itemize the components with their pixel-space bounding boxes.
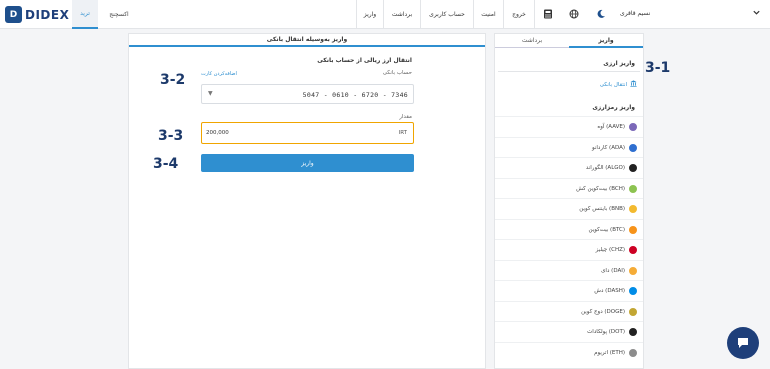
coin-item[interactable]: چیلیز (CHZ) <box>495 239 643 259</box>
coin-item[interactable]: دای (DAI) <box>495 259 643 280</box>
coin-item[interactable]: آوه (AAVE) <box>495 116 643 136</box>
coin-icon <box>629 328 637 336</box>
amount-value: 200,000 <box>206 130 229 136</box>
chat-icon <box>738 338 748 348</box>
coin-icon <box>629 164 637 172</box>
chevron-down-icon[interactable] <box>752 8 761 20</box>
bank-transfer-option[interactable]: انتقال بانکی <box>600 80 637 89</box>
user-name[interactable]: نسیم قاقری <box>620 10 650 17</box>
moon-icon[interactable] <box>595 8 607 20</box>
coin-name: دای (DAI) <box>601 267 625 274</box>
deposit-button[interactable]: واریز <box>201 154 414 172</box>
bank-account-label: حساب بانکی <box>382 70 412 76</box>
nav-security[interactable]: امنیت <box>473 0 503 29</box>
calculator-icon[interactable] <box>542 8 554 20</box>
card-number: 5047 - 0610 - 6720 - 7346 <box>302 91 408 99</box>
coin-icon <box>629 348 637 357</box>
coin-name: بیت‌کوین کش (BCH) <box>576 185 625 192</box>
top-navbar: D DIDEX ترید اکسچنج واریز برداشت حساب کا… <box>0 0 770 29</box>
amount-label: مقدار <box>399 114 412 120</box>
chat-button[interactable] <box>727 327 759 359</box>
annotation-3-4: 3-4 <box>153 156 179 172</box>
deposit-methods-panel: برداشت واریز واریز ارزی انتقال بانکی وار… <box>494 33 644 369</box>
annotation-3-1: 3-1 <box>645 60 671 76</box>
annotation-3-2: 3-2 <box>160 72 186 88</box>
panel-header: واریز به‌وسیله انتقال بانکی <box>129 34 485 47</box>
nav-logout[interactable]: خروج <box>503 0 535 29</box>
add-card-link[interactable]: اضافه‌کردن کارت <box>201 71 237 77</box>
coin-icon <box>629 246 637 254</box>
bank-transfer-label: انتقال بانکی <box>599 81 627 88</box>
coin-icon <box>629 123 637 131</box>
coin-item[interactable]: دش (DASH) <box>495 280 643 300</box>
nav-withdraw[interactable]: برداشت <box>383 0 420 29</box>
nav-deposit[interactable]: واریز <box>356 0 383 29</box>
globe-icon[interactable] <box>568 8 580 20</box>
coin-item[interactable]: بایننس کوین (BNB) <box>495 198 643 218</box>
coin-item[interactable]: پولکادات (DOT) <box>495 321 643 341</box>
coin-icon <box>629 205 637 213</box>
coin-name: کاردانو (ADA) <box>591 144 625 151</box>
coin-item[interactable]: دوج کوین (DOGE) <box>495 300 643 321</box>
coin-icon <box>629 143 637 152</box>
fiat-deposit-title: واریز ارزی <box>603 60 635 67</box>
bank-icon <box>630 80 637 89</box>
coin-name: الگوراند (ALGO) <box>585 165 625 171</box>
coin-name: دش (DASH) <box>594 288 625 294</box>
coin-name: دوج کوین (DOGE) <box>581 308 625 315</box>
tab-withdraw[interactable]: برداشت <box>495 34 569 48</box>
amount-input[interactable]: 200,000 IRT <box>201 122 414 144</box>
bank-card-select[interactable]: ▼ 5047 - 0610 - 6720 - 7346 <box>201 84 414 104</box>
tab-trade[interactable]: ترید <box>72 0 98 29</box>
annotation-3-3: 3-3 <box>158 128 184 144</box>
coin-item[interactable]: کاردانو (ADA) <box>495 136 643 157</box>
coin-icon <box>629 225 637 234</box>
coin-item[interactable]: الگوراند (ALGO) <box>495 157 643 177</box>
coin-item[interactable]: اتریوم (ETH) <box>495 341 643 362</box>
coin-item[interactable]: بیت‌کوین کش (BCH) <box>495 177 643 198</box>
coin-item[interactable]: بیت‌کوین (BTC) <box>495 218 643 239</box>
coin-name: پولکادات (DOT) <box>587 329 625 335</box>
coin-name: بیت‌کوین (BTC) <box>588 226 625 233</box>
tab-exchange[interactable]: اکسچنج <box>100 0 138 29</box>
coin-icon <box>629 287 637 295</box>
tab-deposit[interactable]: واریز <box>569 34 643 48</box>
coin-icon <box>629 307 637 316</box>
coin-name: اتریوم (ETH) <box>594 349 625 356</box>
coin-icon <box>629 184 637 193</box>
coin-name: آوه (AAVE) <box>597 124 625 130</box>
crypto-deposit-title: واریز رمزارزی <box>592 104 635 111</box>
coin-name: چیلیز (CHZ) <box>595 247 625 253</box>
amount-unit: IRT <box>398 130 407 136</box>
panel-subtitle: انتقال ارز ریالی از حساب بانکی <box>317 57 412 64</box>
coin-name: بایننس کوین (BNB) <box>579 206 625 212</box>
logo[interactable]: D DIDEX <box>5 6 69 23</box>
coin-icon <box>629 266 637 275</box>
logo-mark: D <box>5 6 22 23</box>
nav-account[interactable]: حساب کاربری <box>420 0 473 29</box>
logo-text: DIDEX <box>25 7 70 22</box>
chevron-down-icon: ▼ <box>208 90 213 97</box>
divider <box>498 71 640 72</box>
